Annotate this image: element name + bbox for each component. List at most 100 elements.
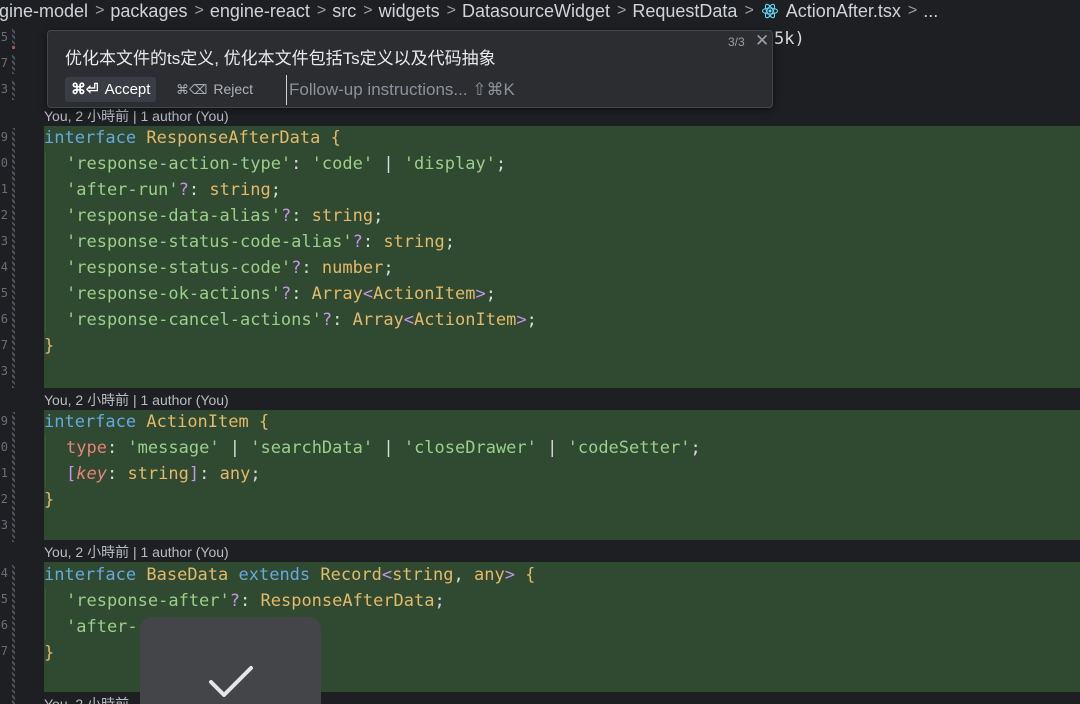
line-number: 4	[0, 566, 8, 580]
line-number: 5	[0, 286, 8, 300]
property-key: 'response-status-code-alias'	[66, 232, 353, 252]
punctuation: <	[403, 310, 415, 330]
punctuation: ;	[526, 310, 537, 330]
breadcrumb-item-more[interactable]: ...	[923, 0, 938, 22]
chevron-right-icon: >	[617, 2, 627, 19]
indent-guide	[44, 229, 64, 255]
code-editor[interactable]: You, 2 小時前 | 1 author (You) interface Re…	[44, 22, 1080, 704]
success-toast	[140, 617, 321, 704]
breadcrumb-item-widgets[interactable]: widgets	[379, 0, 440, 22]
git-blame-annotation[interactable]: You, 2 小時前 | 1 author (You)	[44, 542, 229, 562]
code-fragment: 5k)	[774, 29, 805, 49]
code-line: interface ResponseAfterData {	[44, 125, 341, 151]
breadcrumb-item-packages[interactable]: packages	[110, 0, 187, 22]
checkmark-icon	[209, 666, 253, 697]
breadcrumb-item-src[interactable]: src	[332, 0, 356, 22]
punctuation: >	[516, 310, 527, 330]
line-number: 1	[0, 466, 8, 480]
reject-button[interactable]: ⌘⌫ Reject	[176, 77, 253, 102]
indent-guide	[44, 588, 64, 614]
code-line: 'response-after'?: ResponseAfterData;	[44, 588, 445, 614]
reject-shortcut: ⌘⌫	[176, 82, 208, 97]
indent-guide	[44, 151, 64, 177]
keyword: interface	[44, 565, 137, 585]
line-number: 2	[0, 208, 8, 222]
type-name: ResponseAfterData	[146, 128, 321, 148]
git-change-marker	[12, 564, 15, 704]
reject-label: Reject	[213, 81, 254, 97]
type-name: Array	[352, 310, 404, 330]
property-key: 'response-data-alias'	[66, 206, 281, 226]
indent-guide	[44, 177, 64, 203]
breadcrumb-item-file[interactable]: ActionAfter.tsx	[786, 0, 901, 22]
close-icon[interactable]: ✕	[755, 31, 769, 51]
punctuation: :	[332, 310, 353, 330]
code-line: 'response-status-code-alias'?: string;	[44, 229, 455, 255]
chevron-right-icon: >	[907, 2, 918, 19]
keyword: interface	[44, 128, 137, 148]
property-key: 'response-status-code'	[66, 258, 292, 278]
line-number: 3	[0, 364, 8, 378]
inline-edit-popup: 优化本文件的ts定义, 优化本文件包括Ts定义以及代码抽象 3/3 ✕ ⌘⏎ Ac…	[47, 30, 773, 108]
index-key: key	[76, 464, 107, 484]
breadcrumb-item-root[interactable]: gine-model	[0, 0, 88, 22]
punctuation: ;	[444, 232, 455, 252]
accept-button[interactable]: ⌘⏎ Accept	[65, 77, 157, 102]
type-name: BaseData	[146, 565, 229, 585]
indent-guide	[44, 435, 64, 461]
code-line: 'response-cancel-actions'?: Array<Action…	[44, 307, 537, 333]
punctuation: |	[373, 154, 404, 174]
punctuation: :	[106, 438, 128, 458]
punctuation: ;	[373, 206, 384, 226]
breadcrumb-item-requestdata[interactable]: RequestData	[632, 0, 737, 22]
punctuation: ;	[250, 464, 261, 484]
code-line: 'response-status-code'?: number;	[44, 255, 394, 281]
breadcrumb-item-engine-react[interactable]: engine-react	[210, 0, 310, 22]
git-change-marker	[12, 80, 15, 100]
brace: }	[44, 490, 55, 510]
code-line: interface BaseData extends Record<string…	[44, 562, 535, 588]
string-literal: 'message'	[127, 438, 220, 458]
code-line: 'response-data-alias'?: string;	[44, 203, 383, 229]
punctuation: >	[504, 565, 515, 585]
punctuation: :	[291, 154, 312, 174]
type-name: any	[473, 565, 505, 585]
git-blame-annotation[interactable]: You, 2 小時前 | 1 author (You)	[44, 106, 229, 126]
brace: {	[248, 412, 270, 432]
line-number: 9	[0, 414, 8, 428]
git-blame-annotation[interactable]: You, 2 小時前	[44, 694, 129, 704]
chevron-right-icon: >	[363, 2, 373, 19]
type-name: number	[321, 258, 384, 278]
indent-guide	[44, 307, 64, 333]
keyword: extends	[228, 565, 321, 585]
type-name: string	[209, 180, 271, 200]
follow-up-input[interactable]	[286, 75, 651, 105]
indent-guide	[44, 281, 64, 307]
editor-window: gine-model > packages > engine-react > s…	[0, 0, 1080, 704]
code-line: 'after-run'?: string;	[44, 177, 281, 203]
punctuation: |	[373, 438, 404, 458]
chevron-right-icon: >	[446, 2, 456, 19]
git-blame-annotation[interactable]: You, 2 小時前 | 1 author (You)	[44, 390, 229, 410]
punctuation: <	[381, 565, 393, 585]
line-number: 3	[0, 234, 8, 248]
punctuation: ,	[453, 565, 474, 585]
chevron-right-icon: >	[316, 2, 327, 19]
line-number: 4	[0, 260, 8, 274]
optional-marker: ?	[178, 180, 189, 200]
string-literal: 'display'	[403, 154, 496, 174]
string-literal: 'code'	[311, 154, 374, 174]
accept-label: Accept	[104, 81, 151, 98]
property-key: type	[66, 438, 107, 458]
type-name: Array	[311, 284, 363, 304]
punctuation: ;	[383, 258, 394, 278]
breadcrumb-item-datasourcewidget[interactable]: DatasourceWidget	[462, 0, 610, 22]
indent-guide	[44, 203, 64, 229]
line-number: 1	[0, 182, 8, 196]
react-icon	[761, 3, 778, 19]
brace: {	[320, 128, 341, 148]
punctuation: :	[106, 464, 128, 484]
type-name: string	[383, 232, 445, 252]
git-change-marker	[12, 28, 15, 48]
accept-shortcut: ⌘⏎	[71, 81, 99, 98]
